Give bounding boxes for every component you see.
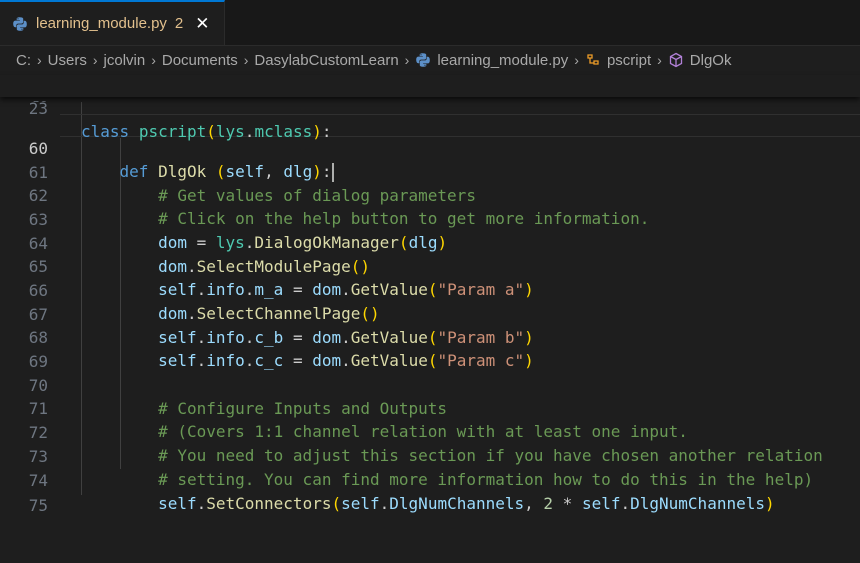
chevron-right-icon: › — [243, 52, 249, 68]
chevron-right-icon: › — [151, 52, 156, 68]
line-number: 75 — [28, 496, 48, 515]
code-line[interactable]: 63 dom = lys.DialogOkManager(dlg) — [0, 185, 860, 252]
chevron-right-icon: › — [574, 52, 579, 68]
code-line[interactable]: 68 self.info.c_c = dom.GetValue("Param c… — [0, 303, 860, 370]
breadcrumb-item-user[interactable]: jcolvin — [104, 52, 146, 69]
chevron-right-icon: › — [92, 52, 98, 68]
code-line[interactable]: 65 self.info.m_a = dom.GetValue("Param a… — [0, 232, 860, 299]
code-line[interactable]: 75 — [0, 471, 860, 515]
code-line[interactable]: 69 — [0, 327, 860, 371]
method-icon — [668, 52, 684, 68]
tab-bar: learning_module.py 2 ✕ — [0, 0, 860, 46]
tab-label: learning_module.py — [36, 15, 167, 32]
python-icon — [12, 16, 28, 32]
close-icon[interactable]: ✕ — [195, 14, 209, 34]
breadcrumb-item-method[interactable]: DlgOk — [690, 52, 732, 69]
code-line[interactable]: 72 # You need to adjust this section if … — [0, 398, 860, 465]
breadcrumb-item-folder[interactable]: DasylabCustomLearn — [254, 52, 398, 69]
chevron-right-icon: › — [404, 52, 410, 68]
breadcrumb-item-documents[interactable]: Documents — [162, 52, 238, 69]
python-icon — [415, 52, 431, 68]
code-line[interactable]: 74 self.SetConnectors(self.DlgNumChannel… — [0, 446, 860, 513]
chevron-right-icon: › — [657, 52, 662, 68]
code-line[interactable]: 64 dom.SelectModulePage() — [0, 209, 860, 276]
class-icon — [585, 52, 601, 68]
breadcrumb-item-users[interactable]: Users — [48, 52, 87, 69]
breadcrumb-item-file[interactable]: learning_module.py — [437, 52, 568, 69]
code-line[interactable]: 62 # Click on the help button to get mor… — [0, 161, 860, 228]
breadcrumb: C: › Users › jcolvin › Documents › Dasyl… — [0, 45, 860, 75]
breadcrumb-item-class[interactable]: pscript — [607, 52, 651, 69]
problem-count-badge: 2 — [174, 15, 184, 32]
code-editor[interactable]: 23 class pscript(lys.mclass): 59 60 def … — [0, 74, 860, 515]
sticky-line[interactable]: 23 class pscript(lys.mclass): — [0, 74, 860, 141]
chevron-right-icon: › — [37, 52, 42, 68]
line-number: 23 — [28, 99, 48, 118]
sticky-scroll[interactable]: 23 class pscript(lys.mclass): — [0, 74, 860, 141]
tab-learning-module[interactable]: learning_module.py 2 ✕ — [0, 0, 225, 45]
code-line[interactable]: 66 dom.SelectChannelPage() — [0, 256, 860, 323]
code-line[interactable]: 70 # Configure Inputs and Outputs — [0, 351, 860, 418]
breadcrumb-item-drive[interactable]: C: — [16, 52, 31, 69]
code-text: self.SetConnectors(self.DlgNumChannels, … — [158, 494, 775, 513]
code-line[interactable]: 67 self.info.c_b = dom.GetValue("Param b… — [0, 280, 860, 347]
code-line[interactable]: 71 # (Covers 1:1 channel relation with a… — [0, 374, 860, 441]
code-line[interactable]: 73 # setting. You can find more informat… — [0, 422, 860, 489]
code-text: class pscript(lys.mclass): — [81, 122, 332, 141]
